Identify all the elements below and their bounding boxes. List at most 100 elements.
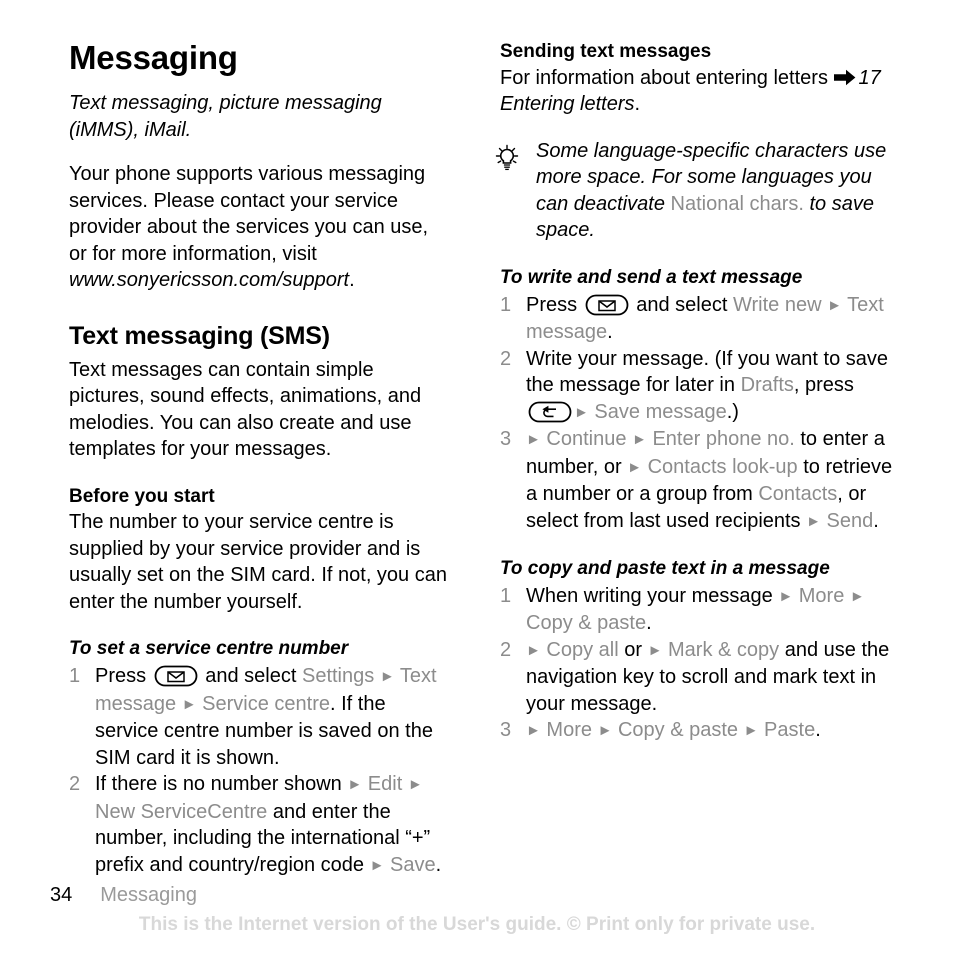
step-text: . <box>815 719 821 742</box>
subheading-before-you-start: Before you start <box>69 485 215 507</box>
menu-term: Drafts <box>740 374 794 396</box>
lightbulb-icon <box>492 144 522 174</box>
reference-period: . <box>634 93 641 116</box>
page-number: 34 <box>50 884 73 906</box>
tip-text: Some language-specific characters use mo… <box>536 138 898 244</box>
menu-arrow-icon: ► <box>347 776 363 794</box>
menu-arrow-icon: ► <box>849 587 865 605</box>
menu-term: Settings <box>301 665 375 688</box>
step-text: . <box>435 853 442 876</box>
subheading-sending-text-messages: Sending text messages <box>500 41 712 62</box>
menu-term: Write new <box>732 293 822 316</box>
step-number: 1 <box>500 293 512 316</box>
footer-section-name: Messaging <box>100 884 197 906</box>
back-key-icon <box>528 401 572 423</box>
tip-note: Some language-specific characters use mo… <box>495 138 898 244</box>
menu-term: Copy all <box>546 638 619 661</box>
step-item: 1 When writing your message ► More ► Copy… <box>500 583 898 637</box>
step-number: 3 <box>500 428 512 450</box>
step-item: 3 ► More ► Copy & paste ► Paste. <box>500 717 898 745</box>
menu-arrow-icon: ► <box>827 296 842 314</box>
menu-arrow-icon: ► <box>574 403 589 421</box>
step-item: 1 Press and select Settings ► Text messag… <box>69 663 450 771</box>
sending-body: For information about entering letters 1… <box>500 65 898 118</box>
intro-text: Your phone supports various messaging se… <box>69 163 429 265</box>
menu-arrow-icon: ► <box>806 512 821 530</box>
menu-term: More <box>546 719 592 742</box>
section-heading-text-messaging: Text messaging (SMS) <box>69 321 330 350</box>
step-item: 3 ► Continue ► Enter phone no. to enter a… <box>500 426 898 535</box>
procedure-steps-copy-paste: 1 When writing your message ► More ► Copy… <box>500 583 898 745</box>
menu-term: Contacts look-up <box>647 455 798 478</box>
two-column-layout: Messaging Text messaging, picture messag… <box>0 0 954 879</box>
step-text: , press <box>793 374 854 396</box>
section-body: Text messages can contain simple picture… <box>69 358 422 461</box>
manual-page: Messaging Text messaging, picture messag… <box>0 0 954 954</box>
step-number: 2 <box>500 347 512 370</box>
menu-term: Mark & copy <box>668 638 780 661</box>
right-column: Sending text messages For information ab… <box>470 0 954 879</box>
menu-term: Edit <box>367 773 403 796</box>
envelope-key-icon <box>585 294 629 316</box>
menu-arrow-icon: ► <box>407 776 423 794</box>
menu-term: Copy & paste <box>526 612 647 635</box>
menu-arrow-icon: ► <box>379 668 395 686</box>
step-number: 2 <box>69 773 81 796</box>
menu-arrow-icon: ► <box>526 641 541 659</box>
left-column: Messaging Text messaging, picture messag… <box>0 0 470 879</box>
subheading-body: The number to your service centre is sup… <box>69 511 447 613</box>
step-text: . <box>607 321 613 343</box>
procedure-heading-copy-paste: To copy and paste text in a message <box>500 558 830 579</box>
menu-arrow-icon: ► <box>632 431 647 448</box>
footer-watermark: This is the Internet version of the User… <box>138 914 816 935</box>
step-text: . <box>646 612 652 635</box>
step-item: 1 Press and select Write new ► Text messa… <box>500 292 898 346</box>
right-arrow-icon <box>833 67 856 85</box>
menu-term: Paste <box>764 719 816 742</box>
menu-term: Service centre <box>202 692 330 715</box>
page-lead: Text messaging, picture messaging (iMMS)… <box>69 92 382 141</box>
menu-arrow-icon: ► <box>647 641 663 659</box>
intro-period: . <box>349 269 355 292</box>
step-text: .) <box>726 400 739 423</box>
step-number: 1 <box>69 665 81 688</box>
footer-left-group: 34 Messaging <box>50 884 197 907</box>
menu-term: Send <box>826 509 874 532</box>
menu-term: Save message <box>594 400 727 423</box>
menu-term: Copy & paste <box>617 719 739 742</box>
step-text: . <box>873 509 879 532</box>
menu-arrow-icon: ► <box>627 458 643 476</box>
step-number: 3 <box>500 719 512 742</box>
menu-arrow-icon: ► <box>778 587 794 605</box>
menu-arrow-icon: ► <box>743 722 759 740</box>
intro-url: www.sonyericsson.com/support <box>69 269 350 292</box>
menu-arrow-icon: ► <box>526 431 541 448</box>
menu-arrow-icon: ► <box>597 722 613 740</box>
procedure-heading-service-centre: To set a service centre number <box>69 638 349 660</box>
step-text: If there is no number shown <box>95 773 348 796</box>
intro-paragraph: Your phone supports various messaging se… <box>69 161 450 294</box>
step-item: 2 ► Copy all or ► Mark & copy and use the… <box>500 637 898 718</box>
menu-term: National chars. <box>670 192 804 215</box>
menu-term: Contacts <box>758 483 838 505</box>
step-number: 2 <box>500 638 512 661</box>
sending-text: For information about entering letters <box>500 66 834 89</box>
step-text: When writing your message <box>526 584 779 607</box>
menu-arrow-icon: ► <box>369 856 385 874</box>
envelope-key-icon <box>154 665 198 687</box>
page-footer: 34 Messaging This is the Internet version… <box>0 874 954 954</box>
step-text: Press <box>526 293 583 316</box>
step-item: 2 If there is no number shown ► Edit ► Ne… <box>69 771 450 879</box>
menu-term: Continue <box>546 428 627 450</box>
menu-term: Enter phone no. <box>652 428 795 450</box>
step-text: and select <box>630 293 733 316</box>
page-title: Messaging <box>69 39 238 76</box>
step-item: 2 Write your message. (If you want to sav… <box>500 346 898 427</box>
menu-term: Save <box>390 853 436 876</box>
procedure-heading-write-send: To write and send a text message <box>500 266 803 288</box>
procedure-steps-write-send: 1 Press and select Write new ► Text messa… <box>500 292 898 536</box>
menu-term: More <box>798 584 845 607</box>
procedure-steps-service-centre: 1 Press and select Settings ► Text messag… <box>69 663 450 879</box>
menu-term: New ServiceCentre <box>95 800 268 823</box>
step-text: Press <box>95 665 152 688</box>
